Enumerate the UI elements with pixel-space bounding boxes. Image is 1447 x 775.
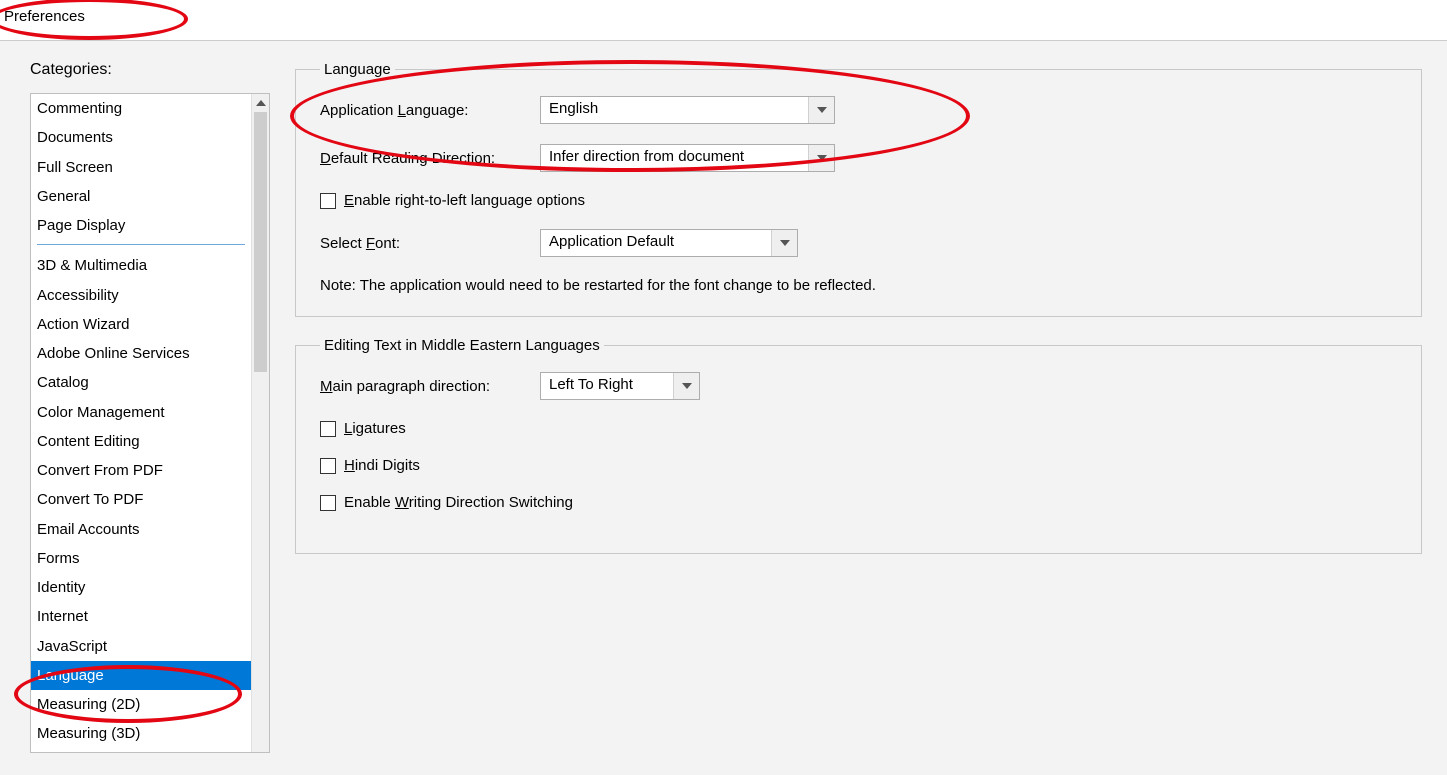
category-item[interactable]: Language	[31, 661, 251, 690]
category-item[interactable]: Action Wizard	[31, 310, 251, 339]
middle-eastern-group-title: Editing Text in Middle Eastern Languages	[320, 337, 604, 354]
category-item[interactable]: Identity	[31, 573, 251, 602]
writing-direction-checkbox-row[interactable]: Enable Writing Direction Switching	[320, 494, 1397, 511]
category-item[interactable]: Forms	[31, 544, 251, 573]
font-restart-note: Note: The application would need to be r…	[320, 277, 1397, 294]
enable-rtl-label: Enable right-to-left language options	[344, 192, 585, 209]
category-item[interactable]: General	[31, 182, 251, 211]
chevron-down-icon	[673, 373, 699, 399]
window-title: Preferences	[4, 8, 85, 25]
category-item[interactable]: Full Screen	[31, 153, 251, 182]
default-reading-direction-value: Infer direction from document	[541, 145, 808, 171]
select-font-label: Select Font:	[320, 235, 540, 252]
writing-direction-checkbox[interactable]	[320, 495, 336, 511]
chevron-down-icon	[771, 230, 797, 256]
select-font-dropdown[interactable]: Application Default	[540, 229, 798, 257]
categories-scrollbar[interactable]	[251, 94, 269, 752]
default-reading-direction-label: Default Reading Direction:	[320, 150, 540, 167]
default-reading-direction-dropdown[interactable]: Infer direction from document	[540, 144, 835, 172]
category-item[interactable]: Measuring (Geo)	[31, 749, 251, 753]
ligatures-checkbox-row[interactable]: Ligatures	[320, 420, 1397, 437]
category-divider	[37, 244, 245, 245]
language-group-title: Language	[320, 61, 395, 78]
select-font-value: Application Default	[541, 230, 771, 256]
categories-label: Categories:	[30, 61, 270, 79]
ligatures-checkbox[interactable]	[320, 421, 336, 437]
categories-scrollthumb[interactable]	[254, 112, 267, 372]
main-paragraph-direction-value: Left To Right	[541, 373, 673, 399]
category-item[interactable]: Internet	[31, 602, 251, 631]
category-item[interactable]: 3D & Multimedia	[31, 251, 251, 280]
category-item[interactable]: Documents	[31, 123, 251, 152]
ligatures-label: Ligatures	[344, 420, 406, 437]
category-item[interactable]: Email Accounts	[31, 515, 251, 544]
hindi-digits-label: Hindi Digits	[344, 457, 420, 474]
category-item[interactable]: Accessibility	[31, 281, 251, 310]
category-item[interactable]: Measuring (2D)	[31, 690, 251, 719]
language-group: Language Application Language: English D…	[295, 61, 1422, 317]
category-item[interactable]: Page Display	[31, 211, 251, 240]
enable-rtl-checkbox-row[interactable]: Enable right-to-left language options	[320, 192, 1397, 209]
application-language-label: Application Language:	[320, 102, 540, 119]
category-item[interactable]: Catalog	[31, 368, 251, 397]
category-item[interactable]: Adobe Online Services	[31, 339, 251, 368]
middle-eastern-group: Editing Text in Middle Eastern Languages…	[295, 337, 1422, 554]
scroll-up-icon[interactable]	[252, 94, 269, 112]
category-item[interactable]: Convert From PDF	[31, 456, 251, 485]
category-item[interactable]: Measuring (3D)	[31, 719, 251, 748]
chevron-down-icon	[808, 145, 834, 171]
chevron-down-icon	[808, 97, 834, 123]
category-item[interactable]: Color Management	[31, 398, 251, 427]
main-paragraph-direction-label: Main paragraph direction:	[320, 378, 540, 395]
categories-sidebar: Categories: CommentingDocumentsFull Scre…	[0, 41, 270, 775]
preferences-content: Language Application Language: English D…	[270, 41, 1447, 775]
category-item[interactable]: JavaScript	[31, 632, 251, 661]
category-item[interactable]: Commenting	[31, 94, 251, 123]
hindi-digits-checkbox[interactable]	[320, 458, 336, 474]
application-language-dropdown[interactable]: English	[540, 96, 835, 124]
category-item[interactable]: Convert To PDF	[31, 485, 251, 514]
window-titlebar: Preferences	[0, 0, 1447, 40]
categories-listbox[interactable]: CommentingDocumentsFull ScreenGeneralPag…	[30, 93, 270, 753]
category-item[interactable]: Content Editing	[31, 427, 251, 456]
main-paragraph-direction-dropdown[interactable]: Left To Right	[540, 372, 700, 400]
enable-rtl-checkbox[interactable]	[320, 193, 336, 209]
writing-direction-label: Enable Writing Direction Switching	[344, 494, 573, 511]
application-language-value: English	[541, 97, 808, 123]
hindi-digits-checkbox-row[interactable]: Hindi Digits	[320, 457, 1397, 474]
